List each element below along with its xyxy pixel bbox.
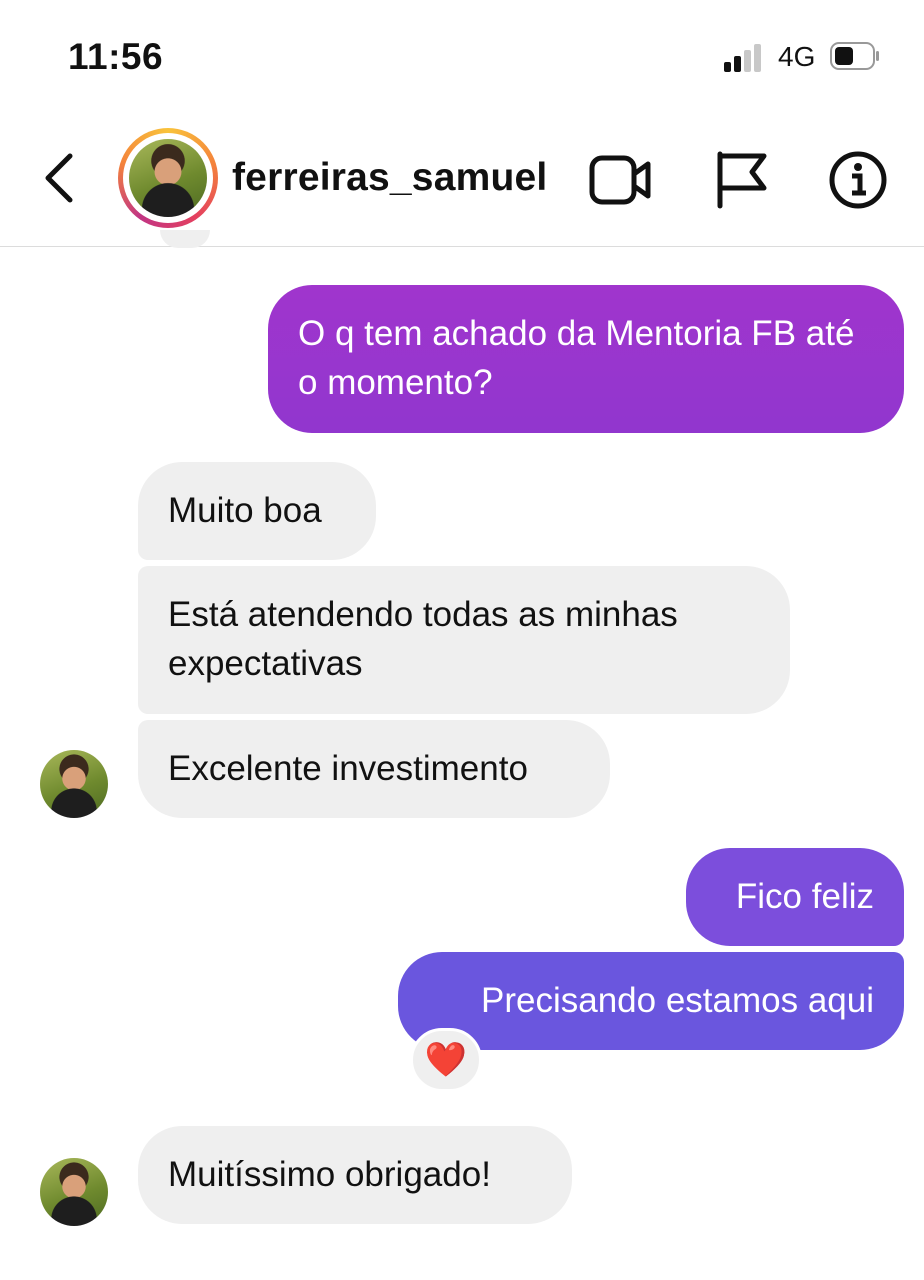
message-text: Precisando estamos aqui [481,981,874,1020]
message-text: Muitíssimo obrigado! [168,1155,491,1194]
message-text: Excelente investimento [168,749,528,788]
network-type: 4G [778,41,816,72]
sender-avatar[interactable] [40,1158,108,1226]
received-message[interactable]: Muitíssimo obrigado! [138,1126,572,1224]
received-message[interactable]: Muito boa [138,462,376,560]
profile-avatar[interactable] [129,139,207,217]
message-text: O q tem achado da Mentoria FB até o mome… [298,314,855,402]
status-time: 11:56 [68,36,164,77]
info-icon[interactable] [828,150,888,210]
flag-icon[interactable] [712,148,768,210]
cell-signal-icon [724,44,768,72]
message-text: Fico feliz [735,877,874,916]
sent-message[interactable]: Precisando estamos aqui [398,952,904,1050]
message-text: Muito boa [168,491,322,530]
received-message[interactable]: Excelente investimento [138,720,610,818]
heart-reaction-icon[interactable]: ❤️ [410,1028,482,1092]
message-text: Está atendendo todas as minhas expectati… [168,595,678,683]
received-message[interactable]: Está atendendo todas as minhas expectati… [138,566,790,714]
video-call-icon[interactable] [588,150,654,210]
sender-avatar[interactable] [40,750,108,818]
battery-icon [830,42,880,70]
sent-message[interactable]: Fico feliz [686,848,904,946]
sent-message[interactable]: O q tem achado da Mentoria FB até o mome… [268,285,904,433]
chat-username[interactable]: ferreiras_samuel [232,156,547,200]
back-chevron-icon[interactable] [40,148,80,208]
